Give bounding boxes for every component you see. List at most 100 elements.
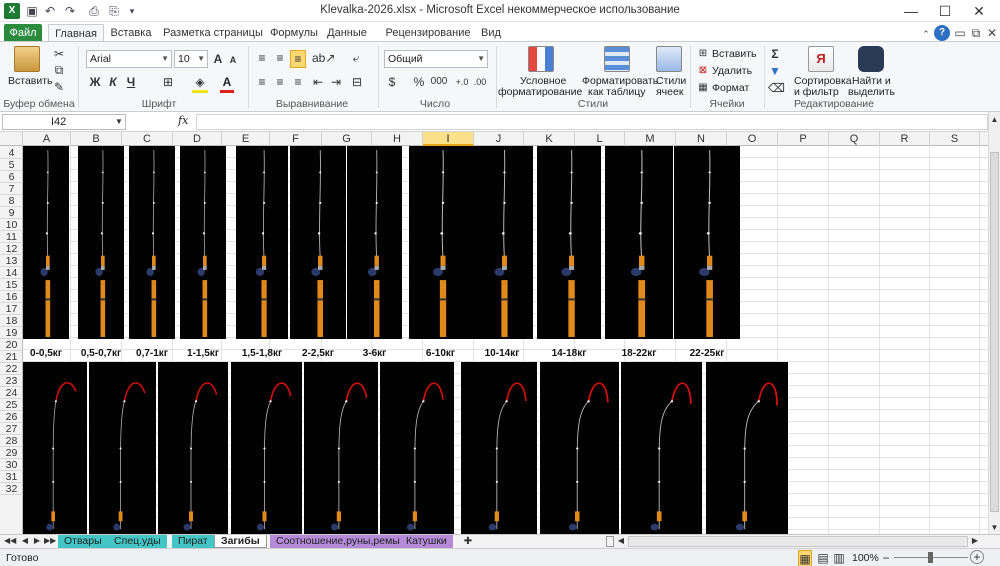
- copy-icon[interactable]: ⧉: [52, 62, 66, 78]
- rod-bend-image[interactable]: [461, 362, 537, 534]
- decrease-decimal-icon[interactable]: .00: [472, 74, 488, 90]
- column-header-s[interactable]: S: [930, 132, 980, 146]
- column-header-j[interactable]: J: [474, 132, 524, 146]
- column-header-k[interactable]: K: [524, 132, 575, 146]
- row-header[interactable]: 30: [0, 459, 23, 471]
- format-painter-icon[interactable]: ✎: [52, 79, 66, 95]
- tab-review[interactable]: Рецензирование: [380, 24, 476, 42]
- column-header-o[interactable]: O: [727, 132, 778, 146]
- scroll-right-icon[interactable]: ▶: [970, 533, 980, 549]
- underline-button[interactable]: Ч: [124, 74, 138, 90]
- tab-formulas[interactable]: Формулы: [266, 24, 322, 42]
- row-header[interactable]: 28: [0, 435, 23, 447]
- tab-split-handle[interactable]: [606, 536, 614, 547]
- column-header-d[interactable]: D: [173, 132, 222, 146]
- vertical-scrollbar[interactable]: ▲ ▼: [988, 112, 1000, 534]
- zoom-slider-thumb[interactable]: [928, 552, 933, 563]
- name-box-dropdown-icon[interactable]: ▼: [114, 114, 124, 130]
- name-box[interactable]: I42: [2, 114, 126, 130]
- sheet-tab-spec-udy[interactable]: Спец.уды: [108, 535, 167, 548]
- doc-restore-icon[interactable]: ⧉: [968, 25, 984, 41]
- sheet-tab-zagiby[interactable]: Загибы: [214, 535, 267, 548]
- row-header[interactable]: 10: [0, 219, 23, 231]
- column-header-b[interactable]: B: [71, 132, 122, 146]
- align-right-icon[interactable]: ≡: [290, 74, 306, 90]
- formula-input[interactable]: [196, 114, 988, 130]
- horizontal-scrollbar[interactable]: [628, 536, 968, 547]
- row-header[interactable]: 12: [0, 243, 23, 255]
- worksheet-grid[interactable]: 0-0,5кг 0,5-0,7кг 0,7-1кг 1-1,5кг 1,5-1,8кг 2…: [23, 146, 988, 534]
- thousands-button[interactable]: 000: [428, 74, 450, 90]
- row-header[interactable]: 27: [0, 423, 23, 435]
- tab-page-layout[interactable]: Разметка страницы: [160, 24, 266, 42]
- align-bottom-icon[interactable]: ≡: [290, 50, 306, 68]
- select-all-corner[interactable]: [0, 132, 23, 146]
- row-header[interactable]: 21: [0, 351, 23, 363]
- find-select-icon[interactable]: [858, 46, 884, 72]
- row-header[interactable]: 31: [0, 471, 23, 483]
- merge-center-icon[interactable]: ⊟: [348, 74, 366, 90]
- column-header-e[interactable]: E: [222, 132, 270, 146]
- rod-straight-image[interactable]: [409, 146, 472, 339]
- column-header-n[interactable]: N: [676, 132, 727, 146]
- insert-cells-button[interactable]: Вставить: [712, 48, 757, 60]
- wrap-text-icon[interactable]: ⤶: [348, 50, 364, 66]
- rod-straight-image[interactable]: [537, 146, 601, 339]
- sort-filter-label-2[interactable]: и фильтр: [794, 86, 839, 98]
- zoom-in-button[interactable]: +: [970, 550, 984, 564]
- row-header[interactable]: 24: [0, 387, 23, 399]
- row-header[interactable]: 22: [0, 363, 23, 375]
- orientation-icon[interactable]: ab↗: [312, 50, 335, 66]
- align-center-icon[interactable]: ≡: [272, 74, 288, 90]
- column-header-r[interactable]: R: [880, 132, 930, 146]
- minimize-icon[interactable]: —: [894, 0, 928, 22]
- increase-decimal-icon[interactable]: +.0: [454, 74, 470, 90]
- help-icon[interactable]: ?: [934, 25, 950, 41]
- percent-button[interactable]: %: [412, 74, 426, 90]
- row-header[interactable]: 13: [0, 255, 23, 267]
- column-header-a[interactable]: A: [23, 132, 71, 146]
- shrink-font-icon[interactable]: A: [228, 52, 238, 68]
- last-sheet-icon[interactable]: ▶▶: [44, 533, 56, 549]
- page-break-view-icon[interactable]: ▥: [832, 550, 846, 566]
- sheet-tab-pirat[interactable]: Пират: [172, 535, 214, 548]
- row-header[interactable]: 19: [0, 327, 23, 339]
- format-cells-button[interactable]: Формат: [712, 82, 749, 94]
- tab-view[interactable]: Вид: [478, 24, 504, 42]
- clear-icon[interactable]: ⌫: [768, 80, 785, 96]
- row-header[interactable]: 7: [0, 183, 23, 195]
- scroll-up-icon[interactable]: ▲: [989, 112, 1000, 128]
- ribbon-collapse-icon[interactable]: ⌃: [918, 26, 934, 42]
- rod-bend-image[interactable]: [304, 362, 378, 534]
- fill-icon[interactable]: ▼: [768, 63, 782, 79]
- font-size-combo[interactable]: 10 ▼: [174, 50, 208, 68]
- row-header[interactable]: 26: [0, 411, 23, 423]
- column-header-m[interactable]: M: [625, 132, 676, 146]
- row-header[interactable]: 25: [0, 399, 23, 411]
- tab-home[interactable]: Главная: [48, 24, 104, 42]
- doc-close-icon[interactable]: ✕: [984, 25, 1000, 41]
- row-header[interactable]: 8: [0, 195, 23, 207]
- column-header-g[interactable]: G: [322, 132, 372, 146]
- cell-styles-label-2[interactable]: ячеек: [656, 86, 683, 98]
- rod-bend-image[interactable]: [23, 362, 87, 534]
- cut-icon[interactable]: ✂: [52, 46, 66, 62]
- rod-bend-image[interactable]: [89, 362, 156, 534]
- row-header[interactable]: 18: [0, 315, 23, 327]
- first-sheet-icon[interactable]: ◀◀: [4, 533, 16, 549]
- rod-straight-image[interactable]: [23, 146, 69, 339]
- tab-file[interactable]: Файл: [4, 24, 42, 42]
- rod-bend-image[interactable]: [231, 362, 302, 534]
- row-header[interactable]: 15: [0, 279, 23, 291]
- row-header[interactable]: 11: [0, 231, 23, 243]
- column-header-h[interactable]: H: [372, 132, 423, 146]
- column-header-q[interactable]: Q: [829, 132, 880, 146]
- paste-button[interactable]: Вставить: [8, 75, 53, 87]
- rod-straight-image[interactable]: [78, 146, 124, 339]
- align-top-icon[interactable]: ≡: [254, 50, 270, 66]
- align-left-icon[interactable]: ≡: [254, 74, 270, 90]
- bold-button[interactable]: Ж: [88, 74, 102, 90]
- italic-button[interactable]: К: [106, 74, 120, 90]
- increase-indent-icon[interactable]: ⇥: [328, 74, 344, 90]
- rod-straight-image[interactable]: [674, 146, 740, 339]
